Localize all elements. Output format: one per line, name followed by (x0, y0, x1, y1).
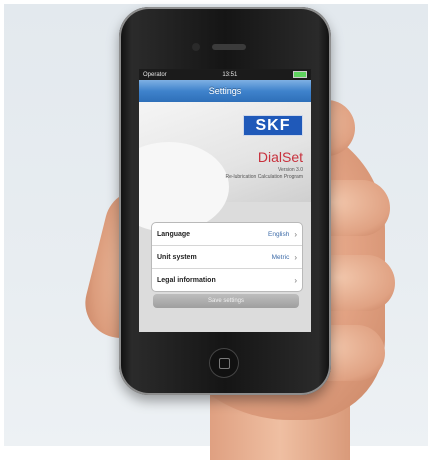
clock: 13:51 (222, 71, 238, 78)
chevron-right-icon: › (294, 229, 297, 239)
row-label: Language (157, 230, 191, 238)
settings-list: Language English › Unit system Metric › … (151, 222, 303, 292)
row-label: Unit system (157, 253, 197, 261)
nav-bar: Settings (139, 80, 311, 102)
logo-text: SKF (255, 116, 291, 134)
carrier-label: Operator (143, 71, 167, 78)
phone-device: Operator 13:51 Settings SKF DialSet Vers… (119, 7, 331, 395)
home-square-icon (219, 358, 230, 369)
status-bar: Operator 13:51 (139, 69, 311, 80)
save-settings-label: Save settings (207, 298, 245, 304)
decorative-swoosh (139, 142, 229, 232)
chevron-right-icon: › (294, 252, 297, 262)
app-name: DialSet (257, 149, 303, 165)
settings-row-unit-system[interactable]: Unit system Metric › (152, 246, 302, 269)
chevron-right-icon: › (294, 275, 297, 285)
front-camera-icon (192, 43, 200, 51)
save-settings-button[interactable]: Save settings (153, 294, 299, 308)
settings-row-legal-information[interactable]: Legal information › (152, 269, 302, 291)
page-title: Settings (208, 86, 242, 96)
battery-icon (292, 71, 307, 78)
earpiece-speaker (212, 44, 246, 50)
row-label: Legal information (157, 276, 216, 284)
row-value: English (268, 230, 290, 238)
settings-row-language[interactable]: Language English › (152, 223, 302, 246)
skf-logo: SKF (243, 115, 303, 136)
app-version: Version 3.0 (277, 167, 303, 173)
home-button[interactable] (209, 348, 239, 378)
row-value: Metric (271, 253, 290, 261)
app-subtitle: Re-lubrication Calculation Program (225, 174, 303, 180)
phone-screen: Operator 13:51 Settings SKF DialSet Vers… (139, 69, 311, 332)
app-header: SKF DialSet Version 3.0 Re-lubrication C… (139, 102, 311, 232)
